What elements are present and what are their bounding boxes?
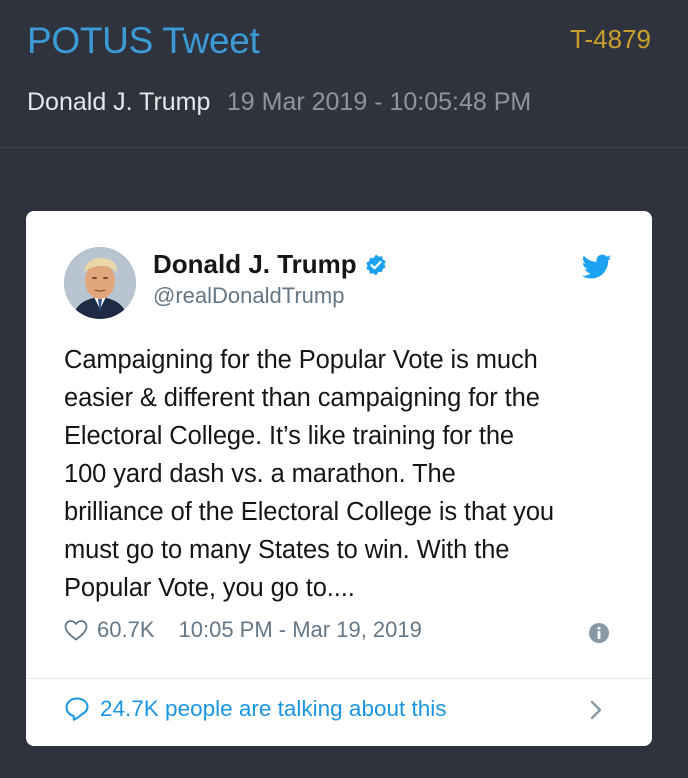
author-name: Donald J. Trump bbox=[27, 88, 211, 116]
conversation-link[interactable]: 24.7K people are talking about this bbox=[64, 696, 447, 722]
talking-count-text[interactable]: 24.7K people are talking about this bbox=[100, 696, 447, 722]
comment-bubble-icon bbox=[65, 697, 89, 721]
tweet-datetime: 19 Mar 2019 - 10:05:48 PM bbox=[226, 88, 532, 116]
display-name-row[interactable]: Donald J. Trump bbox=[153, 249, 388, 280]
info-icon[interactable] bbox=[588, 622, 610, 644]
verified-badge-icon bbox=[365, 254, 386, 275]
tweet-card[interactable]: Donald J. Trump @realDonaldTrump Campaig… bbox=[26, 211, 652, 746]
tweet-meta-row: 60.7K 10:05 PM - Mar 19, 2019 bbox=[64, 617, 422, 643]
app-header: POTUS Tweet T-4879 Donald J. Trump 19 Ma… bbox=[0, 0, 688, 148]
author-line: Donald J. Trump 19 Mar 2019 - 10:05:48 P… bbox=[27, 88, 531, 117]
chevron-right-icon[interactable] bbox=[588, 698, 604, 722]
avatar[interactable] bbox=[64, 247, 136, 319]
like-count[interactable]: 60.7K bbox=[97, 617, 155, 643]
avatar-portrait-icon bbox=[64, 247, 136, 319]
heart-icon[interactable] bbox=[64, 619, 88, 641]
twitter-bird-icon[interactable] bbox=[582, 254, 612, 280]
user-handle[interactable]: @realDonaldTrump bbox=[153, 283, 344, 309]
display-name[interactable]: Donald J. Trump bbox=[153, 249, 357, 280]
tweet-id-badge: T-4879 bbox=[570, 24, 651, 54]
tweet-timestamp[interactable]: 10:05 PM - Mar 19, 2019 bbox=[179, 617, 422, 643]
card-divider bbox=[26, 678, 652, 679]
tweet-text: Campaigning for the Popular Vote is much… bbox=[64, 346, 554, 602]
page-title: POTUS Tweet bbox=[27, 20, 260, 61]
